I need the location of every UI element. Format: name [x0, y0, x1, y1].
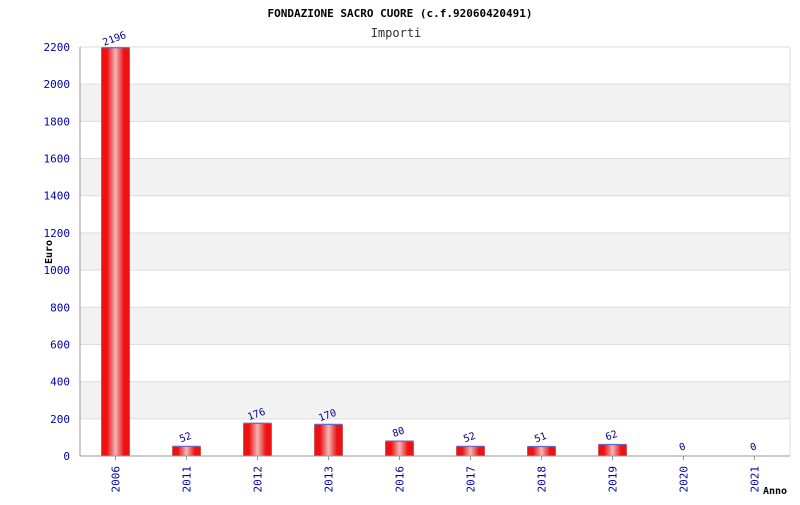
data-label: 0 — [749, 441, 758, 453]
data-label: 62 — [604, 429, 619, 443]
x-tick-label: 2012 — [252, 466, 265, 493]
x-tick-label: 2020 — [678, 466, 691, 493]
y-axis-label: Euro — [44, 240, 55, 264]
x-axis-label: Anno — [763, 486, 787, 497]
data-label: 2196 — [101, 30, 127, 49]
bar — [527, 446, 556, 457]
grid-bands — [80, 84, 790, 419]
x-tick-label: 2013 — [323, 466, 336, 493]
y-tick-label: 800 — [50, 301, 70, 314]
data-label: 80 — [391, 426, 406, 440]
bar-chart: 219652176 17080 52 51 620 0 02004006008001000… — [44, 7, 791, 497]
grid-band — [80, 307, 790, 345]
chart-title: FONDAZIONE SACRO CUORE (c.f.92060420491) — [268, 7, 533, 20]
grid-band — [80, 84, 790, 122]
x-tick-label: 2021 — [749, 466, 762, 493]
grid-band — [80, 381, 790, 419]
bar — [385, 440, 414, 457]
x-tick-label: 2011 — [181, 466, 194, 493]
data-label: 51 — [533, 431, 548, 445]
bar — [243, 423, 272, 457]
x-tick-label: 2016 — [394, 466, 407, 493]
y-tick-label: 2200 — [44, 41, 71, 54]
y-tick-label: 400 — [50, 376, 70, 389]
y-tick-label: 0 — [63, 450, 70, 463]
x-tick-label: 2018 — [536, 466, 549, 493]
x-tick-label: 2017 — [465, 466, 478, 493]
grid-band — [80, 158, 790, 196]
y-tick-label: 1800 — [44, 115, 71, 128]
bar — [172, 446, 201, 457]
data-label: 52 — [178, 431, 193, 445]
y-tick-label: 1000 — [44, 264, 71, 277]
chart-subtitle: Importi — [371, 26, 422, 40]
grid-band — [80, 232, 790, 271]
data-label: 0 — [678, 441, 687, 453]
bar — [598, 444, 627, 457]
bar — [314, 424, 343, 457]
y-tick-label: 200 — [50, 413, 70, 426]
y-tick-label: 1200 — [44, 227, 71, 240]
bar — [456, 446, 485, 457]
y-tick-label: 1400 — [44, 190, 71, 203]
bar — [101, 47, 130, 457]
y-tick-label: 600 — [50, 338, 70, 351]
y-tick-label: 2000 — [44, 78, 71, 91]
x-axis-ticks: 2006 2011 2012 2013 2016 2017 2018 2019 2020 2021 — [110, 456, 762, 493]
data-label: 52 — [462, 431, 477, 445]
x-tick-label: 2019 — [607, 466, 620, 493]
chart: 2196 52 176 170 80 52 51 62 0 0 0 200 400 600 800 1000… — [0, 0, 800, 500]
y-tick-label: 1600 — [44, 153, 71, 166]
x-tick-label: 2006 — [110, 466, 123, 493]
